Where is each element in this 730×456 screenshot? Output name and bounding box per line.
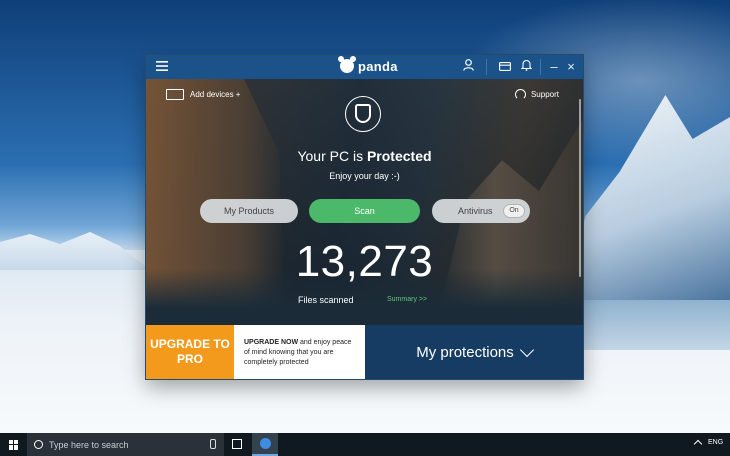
- support-link[interactable]: Support: [514, 89, 559, 100]
- scan-button[interactable]: Scan: [309, 199, 420, 223]
- status-prefix: Your PC is: [297, 148, 367, 164]
- files-scanned-count: 13,273: [295, 237, 434, 286]
- minimize-button[interactable]: –: [547, 55, 561, 79]
- panda-app-window: panda – × Add devices + Support Your PC …: [146, 55, 583, 379]
- bottom-bar: UPGRADE TO PRO UPGRADE NOW and enjoy peac…: [146, 325, 583, 379]
- task-view-icon[interactable]: [232, 439, 242, 449]
- support-label: Support: [530, 90, 559, 99]
- panda-taskbar-button[interactable]: [252, 433, 278, 456]
- panda-logo-icon: [338, 56, 356, 73]
- antivirus-toggle[interactable]: On: [503, 204, 525, 218]
- tray-chevron-up-icon[interactable]: [693, 439, 703, 449]
- title-separator: [540, 59, 541, 75]
- upgrade-to-pro-button[interactable]: UPGRADE TO PRO: [146, 325, 234, 379]
- panda-app-icon: [259, 438, 271, 449]
- upgrade-promo-text: UPGRADE NOW and enjoy peace of mind know…: [234, 325, 365, 379]
- my-products-button[interactable]: My Products: [200, 199, 298, 223]
- search-placeholder: Type here to search: [49, 439, 129, 450]
- hero-panel: Add devices + Support Your PC is Protect…: [146, 79, 583, 325]
- laptop-icon: [166, 89, 184, 100]
- add-devices-label: Add devices +: [190, 90, 241, 99]
- panda-logo-text: panda: [358, 59, 398, 74]
- add-devices-link[interactable]: Add devices +: [166, 89, 240, 100]
- status-emphasis: Protected: [366, 148, 432, 164]
- upgrade-line-1: UPGRADE TO: [150, 337, 230, 351]
- taskbar: Type here to search ENG: [0, 433, 730, 456]
- antivirus-label: Antivirus: [458, 206, 493, 216]
- hamburger-menu-icon[interactable]: [152, 55, 172, 79]
- files-scanned-label: Files scanned: [298, 295, 354, 305]
- status-subtitle: Enjoy your day :-): [329, 171, 400, 181]
- shield-icon: [345, 96, 381, 132]
- my-protections-label: My protections: [416, 343, 514, 361]
- close-button[interactable]: ×: [564, 55, 578, 79]
- microphone-icon[interactable]: [210, 439, 216, 449]
- taskbar-search-box[interactable]: Type here to search: [27, 433, 224, 456]
- protection-status: Your PC is Protected: [146, 148, 583, 164]
- title-bar: panda – ×: [146, 55, 583, 79]
- user-icon[interactable]: [460, 55, 476, 79]
- upgrade-line-2: PRO: [176, 352, 203, 366]
- card-icon[interactable]: [496, 55, 514, 79]
- wallpaper-lake: [565, 300, 730, 350]
- headset-icon: [514, 89, 526, 100]
- my-protections-button[interactable]: My protections: [365, 325, 583, 379]
- chevron-down-icon: [519, 342, 534, 357]
- antivirus-button[interactable]: Antivirus On: [432, 199, 530, 223]
- language-indicator[interactable]: ENG: [708, 439, 723, 446]
- windows-icon: [8, 439, 19, 450]
- promo-bold: UPGRADE NOW: [244, 339, 299, 346]
- start-button[interactable]: [0, 433, 27, 456]
- bell-icon[interactable]: [517, 55, 535, 79]
- summary-link[interactable]: Summary >>: [387, 296, 427, 303]
- title-separator: [486, 59, 487, 75]
- scrollbar[interactable]: [579, 99, 581, 277]
- wallpaper-mountain-right: [560, 95, 730, 315]
- panda-logo: panda: [338, 56, 398, 76]
- cortana-icon: [34, 440, 43, 449]
